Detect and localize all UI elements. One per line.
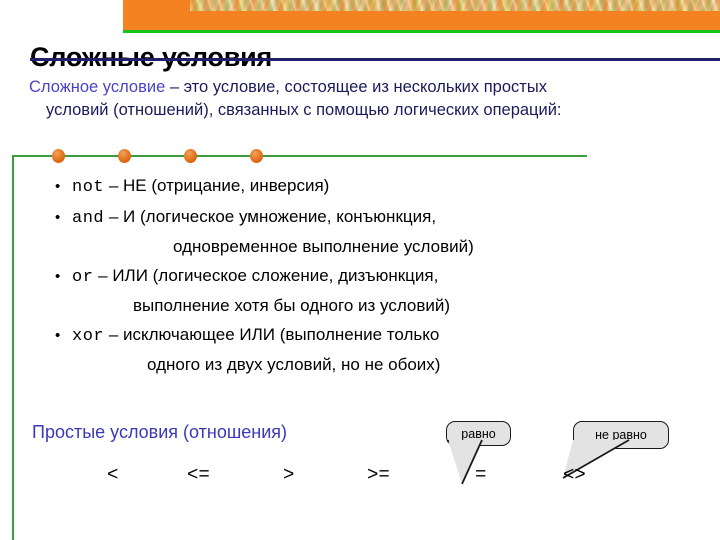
operation-text: ИЛИ (логическое сложение, дизъюнкция, [112, 265, 439, 285]
decorative-dot [250, 149, 263, 163]
operation-text-continued: одного из двух условий, но не обоих) [147, 355, 441, 374]
lead-line1-rest: – это условие, состоящее из нескольких п… [165, 78, 547, 96]
simple-conditions-heading: Простые условия (отношения) [32, 422, 288, 442]
operation-text-continued: одновременное выполнение условий) [173, 237, 474, 256]
lead-line2: условий (отношений), связанных с помощью… [46, 101, 562, 119]
frame-vertical-line [12, 155, 14, 540]
decorative-dot [52, 149, 65, 163]
bullet-marker: • [55, 178, 61, 195]
operation-text: И (логическое умножение, конъюнкция, [123, 206, 437, 226]
header-green-rule [123, 30, 720, 33]
operation-dash: – [93, 265, 113, 285]
operator-less-than: < [107, 464, 119, 486]
callout-equal: равно [446, 421, 511, 446]
bullet-marker: • [55, 326, 61, 344]
operation-keyword: xor [72, 326, 105, 346]
decorative-dot [118, 149, 131, 163]
operation-text: НЕ (отрицание, инверсия) [123, 176, 330, 195]
logical-operations-list: • not – НЕ (отрицание, инверсия) • and – И… [55, 172, 655, 380]
operation-text: исключающее ИЛИ (выполнение только [123, 324, 440, 344]
operation-dash: – [104, 176, 124, 195]
bullet-marker: • [55, 208, 61, 226]
operation-text-continued: выполнение хотя бы одного из условий) [133, 296, 451, 315]
decorative-dot [184, 149, 197, 163]
operation-keyword: and [72, 208, 105, 228]
operation-keyword: or [72, 267, 94, 287]
lead-term: Сложное условие [29, 78, 166, 96]
comparison-operators-row: < <= > >= = <> [55, 464, 695, 498]
list-item: • xor – исключающее ИЛИ (выполнение тольк… [55, 321, 655, 380]
lead-paragraph: Сложное условие – это условие, состоящее… [29, 76, 694, 122]
operation-keyword: not [72, 178, 105, 197]
frame-horizontal-line [12, 155, 587, 157]
list-item: • or – ИЛИ (логическое сложение, дизъюнкц… [55, 262, 655, 321]
header-photo-strip [190, 0, 720, 11]
callout-not-equal: не равно [573, 421, 669, 449]
operator-less-or-equal: <= [187, 464, 210, 486]
operator-not-equal: <> [563, 464, 586, 486]
operator-greater-than: > [283, 464, 295, 486]
operator-greater-or-equal: >= [367, 464, 390, 486]
operation-dash: – [104, 324, 124, 344]
operation-dash: – [104, 206, 124, 226]
bullet-marker: • [55, 267, 61, 285]
operator-equal: = [475, 464, 487, 486]
list-item: • not – НЕ (отрицание, инверсия) [55, 172, 655, 203]
list-item: • and – И (логическое умножение, конъюнкц… [55, 203, 655, 262]
title-underline [30, 58, 720, 61]
